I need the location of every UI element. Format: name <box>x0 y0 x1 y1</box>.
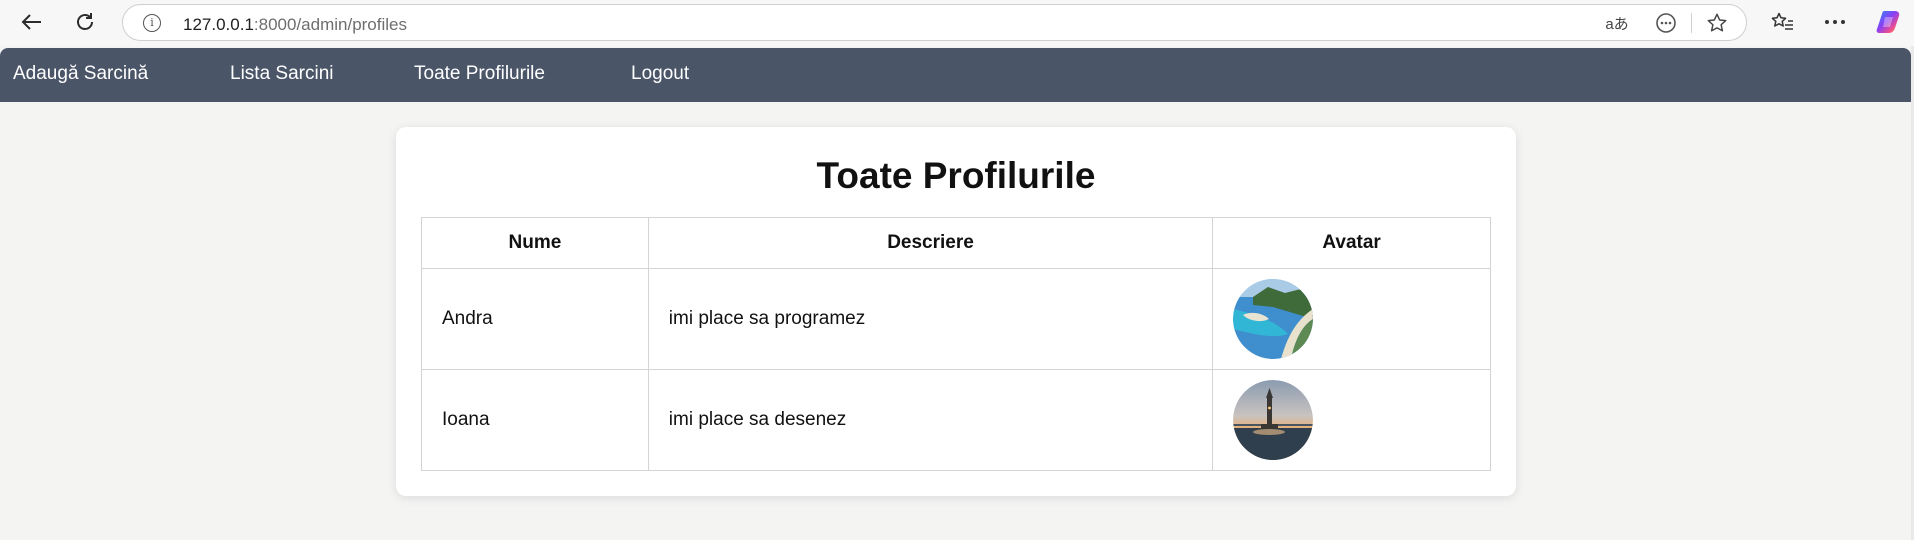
column-header-name: Nume <box>421 217 649 269</box>
table-row: Andra imi place sa programez <box>421 268 1491 370</box>
profile-description: imi place sa desenez <box>647 369 1214 471</box>
table-row: Ioana imi place sa desenez <box>421 369 1491 471</box>
table-header-row: Nume Descriere Avatar <box>421 217 1491 269</box>
url-text[interactable]: 127.0.0.1:8000/admin/profiles <box>183 15 407 35</box>
avatar <box>1233 380 1314 460</box>
profiles-table: Nume Descriere Avatar Andra imi place sa… <box>421 217 1491 471</box>
nav-all-profiles[interactable]: Toate Profilurile <box>414 63 545 85</box>
avatar-cell <box>1212 369 1491 471</box>
settings-more-icon[interactable] <box>1820 8 1850 36</box>
profile-description: imi place sa programez <box>647 268 1214 370</box>
refresh-icon[interactable] <box>70 8 100 36</box>
nav-task-list[interactable]: Lista Sarcini <box>230 63 334 85</box>
column-header-avatar: Avatar <box>1212 217 1491 269</box>
profile-name: Ioana <box>421 369 649 471</box>
favorite-star-icon[interactable] <box>1703 11 1731 35</box>
translate-icon[interactable]: aあ <box>1603 11 1631 35</box>
nav-logout[interactable]: Logout <box>631 63 689 85</box>
browser-toolbar: i 127.0.0.1:8000/admin/profiles aあ <box>0 0 1914 46</box>
column-header-description: Descriere <box>647 217 1214 269</box>
copilot-icon[interactable] <box>1874 8 1904 36</box>
nav-add-task[interactable]: Adaugă Sarcină <box>13 63 148 85</box>
more-tools-icon[interactable] <box>1653 11 1679 35</box>
avatar <box>1233 279 1314 359</box>
back-icon[interactable] <box>16 8 46 36</box>
profiles-card: Toate Profilurile Nume Descriere Avatar … <box>396 127 1516 496</box>
address-bar[interactable]: i 127.0.0.1:8000/admin/profiles aあ <box>122 4 1747 41</box>
top-nav-bar: Adaugă Sarcină Lista Sarcini Toate Profi… <box>0 48 1911 102</box>
avatar-cell <box>1212 268 1491 370</box>
page-title: Toate Profilurile <box>816 155 1096 196</box>
site-info-icon[interactable]: i <box>143 14 161 32</box>
favorites-list-icon[interactable] <box>1767 8 1797 36</box>
profile-name: Andra <box>421 268 649 370</box>
divider <box>1691 13 1692 33</box>
